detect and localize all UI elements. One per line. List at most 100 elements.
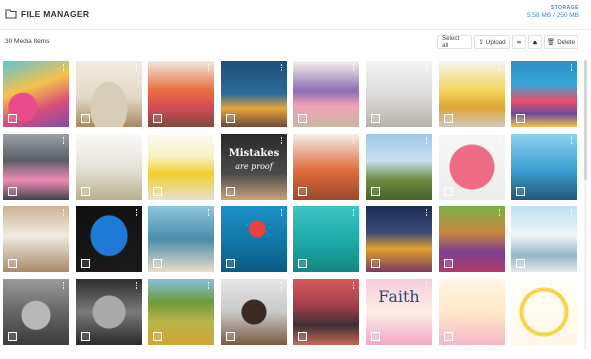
media-tile-people-on-rocks[interactable]	[511, 134, 577, 200]
media-tile-swimmer[interactable]	[221, 206, 287, 272]
tile-select-checkbox[interactable]	[516, 259, 525, 268]
tile-select-checkbox[interactable]	[516, 187, 525, 196]
tile-menu-icon[interactable]	[280, 282, 283, 290]
tile-select-checkbox[interactable]	[298, 187, 307, 196]
tile-select-checkbox[interactable]	[226, 187, 235, 196]
media-tile-faith-quote[interactable]: Faith	[366, 279, 432, 345]
media-tile-white-bookshelf-room[interactable]	[76, 134, 142, 200]
tile-menu-icon[interactable]	[498, 282, 501, 290]
tile-select-checkbox[interactable]	[153, 187, 162, 196]
media-tile-group-selfie[interactable]	[221, 279, 287, 345]
tile-menu-icon[interactable]	[280, 64, 283, 72]
tile-menu-icon[interactable]	[425, 209, 428, 217]
media-tile-kids-in-water[interactable]	[148, 206, 214, 272]
media-tile-yellow-living-room[interactable]	[439, 61, 505, 127]
tile-select-checkbox[interactable]	[371, 187, 380, 196]
tile-menu-icon[interactable]	[425, 64, 428, 72]
tile-select-checkbox[interactable]	[298, 332, 307, 341]
tile-select-checkbox[interactable]	[371, 259, 380, 268]
media-tile-couple-on-cliff[interactable]	[366, 134, 432, 200]
tile-select-checkbox[interactable]	[8, 114, 17, 123]
tile-menu-icon[interactable]	[135, 282, 138, 290]
tile-menu-icon[interactable]	[207, 137, 210, 145]
tile-menu-icon[interactable]	[498, 64, 501, 72]
scrollbar-thumb[interactable]	[584, 60, 587, 180]
tile-select-checkbox[interactable]	[226, 259, 235, 268]
media-tile-yellow-armchair-room[interactable]	[148, 134, 214, 200]
delete-button[interactable]: 🗑 Delete	[544, 35, 578, 49]
media-tile-white-living-room[interactable]	[366, 61, 432, 127]
media-tile-girls-smiling[interactable]	[439, 206, 505, 272]
tile-menu-icon[interactable]	[135, 64, 138, 72]
tile-menu-icon[interactable]	[207, 209, 210, 217]
tile-select-checkbox[interactable]	[81, 259, 90, 268]
tile-menu-icon[interactable]	[62, 282, 65, 290]
tile-menu-icon[interactable]	[62, 64, 65, 72]
media-tile-colorful-living-room[interactable]	[3, 61, 69, 127]
tile-menu-icon[interactable]	[207, 282, 210, 290]
media-tile-crowd-of-children[interactable]	[293, 279, 359, 345]
upload-button[interactable]: ⇪ Upload	[474, 35, 510, 49]
media-tile-patchwork-bedroom[interactable]	[511, 61, 577, 127]
tile-menu-icon[interactable]	[425, 282, 428, 290]
tile-select-checkbox[interactable]	[298, 259, 307, 268]
tile-menu-icon[interactable]	[280, 209, 283, 217]
tile-select-checkbox[interactable]	[8, 187, 17, 196]
tile-menu-icon[interactable]	[570, 209, 573, 217]
tile-menu-icon[interactable]	[498, 209, 501, 217]
select-all-button[interactable]: Select all	[437, 35, 472, 49]
media-tile-girl-with-sign[interactable]: Mistakes are proof	[221, 134, 287, 200]
tile-select-checkbox[interactable]	[371, 114, 380, 123]
tile-select-checkbox[interactable]	[226, 114, 235, 123]
dropbox-button[interactable]	[512, 35, 526, 49]
tile-select-checkbox[interactable]	[153, 114, 162, 123]
media-tile-rice-terraces[interactable]	[148, 279, 214, 345]
tile-select-checkbox[interactable]	[444, 259, 453, 268]
tile-select-checkbox[interactable]	[444, 114, 453, 123]
tile-select-checkbox[interactable]	[153, 259, 162, 268]
tile-menu-icon[interactable]	[207, 64, 210, 72]
media-tile-betta-fish[interactable]	[76, 206, 142, 272]
tile-menu-icon[interactable]	[135, 137, 138, 145]
tile-select-checkbox[interactable]	[444, 187, 453, 196]
tile-select-checkbox[interactable]	[371, 332, 380, 341]
media-tile-kids-in-pool[interactable]	[293, 206, 359, 272]
media-tile-pink-sweater[interactable]	[439, 134, 505, 200]
tile-menu-icon[interactable]	[498, 137, 501, 145]
tile-select-checkbox[interactable]	[516, 114, 525, 123]
tile-menu-icon[interactable]	[425, 137, 428, 145]
media-tile-modern-interior[interactable]	[3, 206, 69, 272]
tile-select-checkbox[interactable]	[8, 332, 17, 341]
media-tile-kids-on-bikes[interactable]	[511, 206, 577, 272]
tile-menu-icon[interactable]	[570, 64, 573, 72]
media-tile-pastel-living-room[interactable]	[293, 61, 359, 127]
tile-select-checkbox[interactable]	[81, 332, 90, 341]
media-tile-floral-quote-card[interactable]	[439, 279, 505, 345]
media-tile-grey-living-room[interactable]	[3, 134, 69, 200]
scrollbar[interactable]	[584, 60, 587, 350]
tile-menu-icon[interactable]	[352, 209, 355, 217]
tile-select-checkbox[interactable]	[153, 332, 162, 341]
tile-select-checkbox[interactable]	[298, 114, 307, 123]
media-tile-blue-living-room[interactable]	[221, 61, 287, 127]
tile-menu-icon[interactable]	[570, 137, 573, 145]
media-tile-kids-dancing[interactable]	[366, 206, 432, 272]
tile-menu-icon[interactable]	[280, 137, 283, 145]
tile-select-checkbox[interactable]	[226, 332, 235, 341]
tile-menu-icon[interactable]	[352, 64, 355, 72]
media-tile-boy-with-hat[interactable]	[3, 279, 69, 345]
tile-menu-icon[interactable]	[570, 282, 573, 290]
media-tile-elderly-man[interactable]	[76, 279, 142, 345]
tile-menu-icon[interactable]	[352, 137, 355, 145]
media-tile-orange-living-room[interactable]	[148, 61, 214, 127]
tile-select-checkbox[interactable]	[444, 332, 453, 341]
tile-menu-icon[interactable]	[62, 137, 65, 145]
tile-select-checkbox[interactable]	[81, 187, 90, 196]
tile-menu-icon[interactable]	[135, 209, 138, 217]
tile-select-checkbox[interactable]	[81, 114, 90, 123]
media-tile-floral-wreath-quote[interactable]	[511, 279, 577, 345]
media-tile-orange-kitchen[interactable]	[293, 134, 359, 200]
tile-menu-icon[interactable]	[62, 209, 65, 217]
google-drive-button[interactable]	[528, 35, 542, 49]
tile-select-checkbox[interactable]	[516, 332, 525, 341]
